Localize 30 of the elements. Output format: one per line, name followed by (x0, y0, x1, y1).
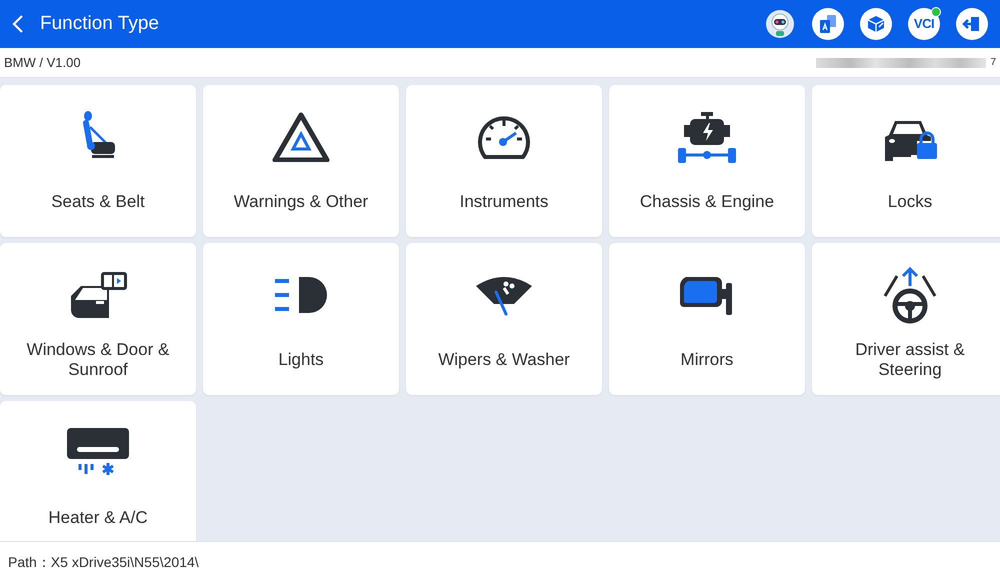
function-tile[interactable]: Lights (203, 243, 399, 395)
warning-triangle-icon (272, 112, 330, 162)
breadcrumb: BMW / V1.00 (4, 54, 81, 72)
serial-text: 7 (990, 56, 996, 70)
function-tile[interactable]: Windows & Door & Sunroof (0, 243, 196, 395)
steering-assist-icon (881, 266, 939, 324)
package-icon (866, 14, 886, 34)
vci-button[interactable]: VCI (908, 8, 940, 40)
gauge-icon (476, 114, 532, 160)
path-text: Path：X5 xDrive35i\N55\2014\ (8, 553, 199, 572)
exit-button[interactable] (956, 8, 988, 40)
function-tile[interactable]: Mirrors (609, 243, 805, 395)
function-tile[interactable]: Seats & Belt (0, 85, 196, 237)
function-tile[interactable]: Warnings & Other (203, 85, 399, 237)
avatar-button[interactable] (764, 8, 796, 40)
function-tile[interactable]: Locks (812, 85, 1000, 237)
package-button[interactable] (860, 8, 892, 40)
function-tile[interactable]: Wipers & Washer (406, 243, 602, 395)
avatar-icon (765, 9, 795, 39)
function-tile[interactable]: Chassis & Engine (609, 85, 805, 237)
headlight-icon (273, 275, 329, 315)
translate-icon (818, 14, 838, 34)
wiper-icon (474, 274, 534, 316)
function-tile[interactable]: Heater & A/C (0, 401, 196, 541)
function-tile[interactable]: Instruments (406, 85, 602, 237)
translate-button[interactable] (812, 8, 844, 40)
page-title: Function Type (40, 12, 160, 36)
exit-icon (962, 14, 982, 34)
engine-icon (677, 111, 737, 163)
function-tile[interactable]: Driver assist & Steering (812, 243, 1000, 395)
